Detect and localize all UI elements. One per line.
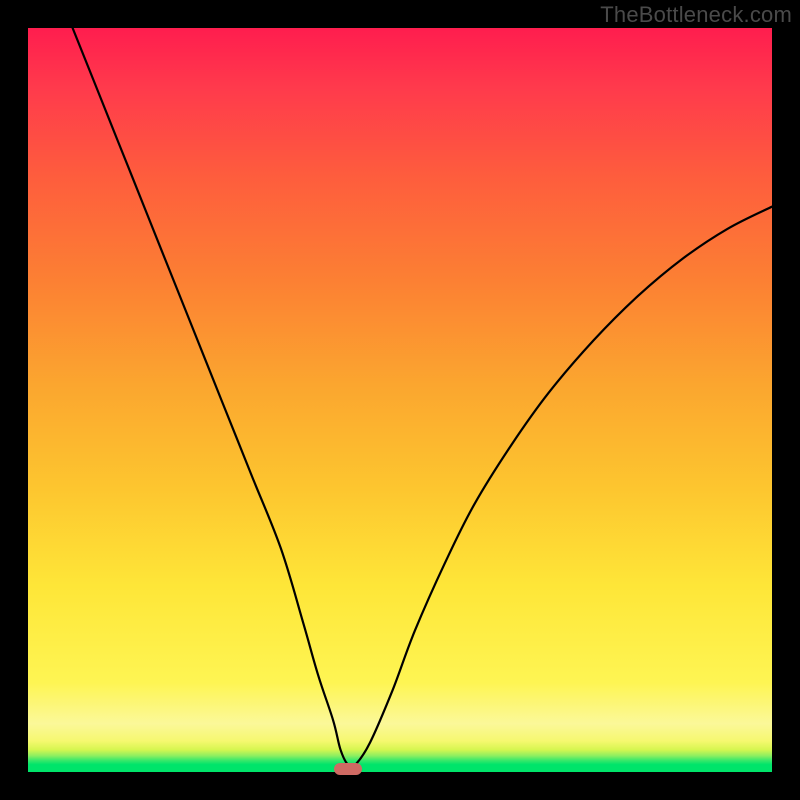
watermark-text: TheBottleneck.com: [600, 2, 792, 28]
optimal-point-marker: [334, 763, 362, 775]
bottleneck-curve: [28, 28, 772, 772]
chart-frame: [28, 28, 772, 772]
